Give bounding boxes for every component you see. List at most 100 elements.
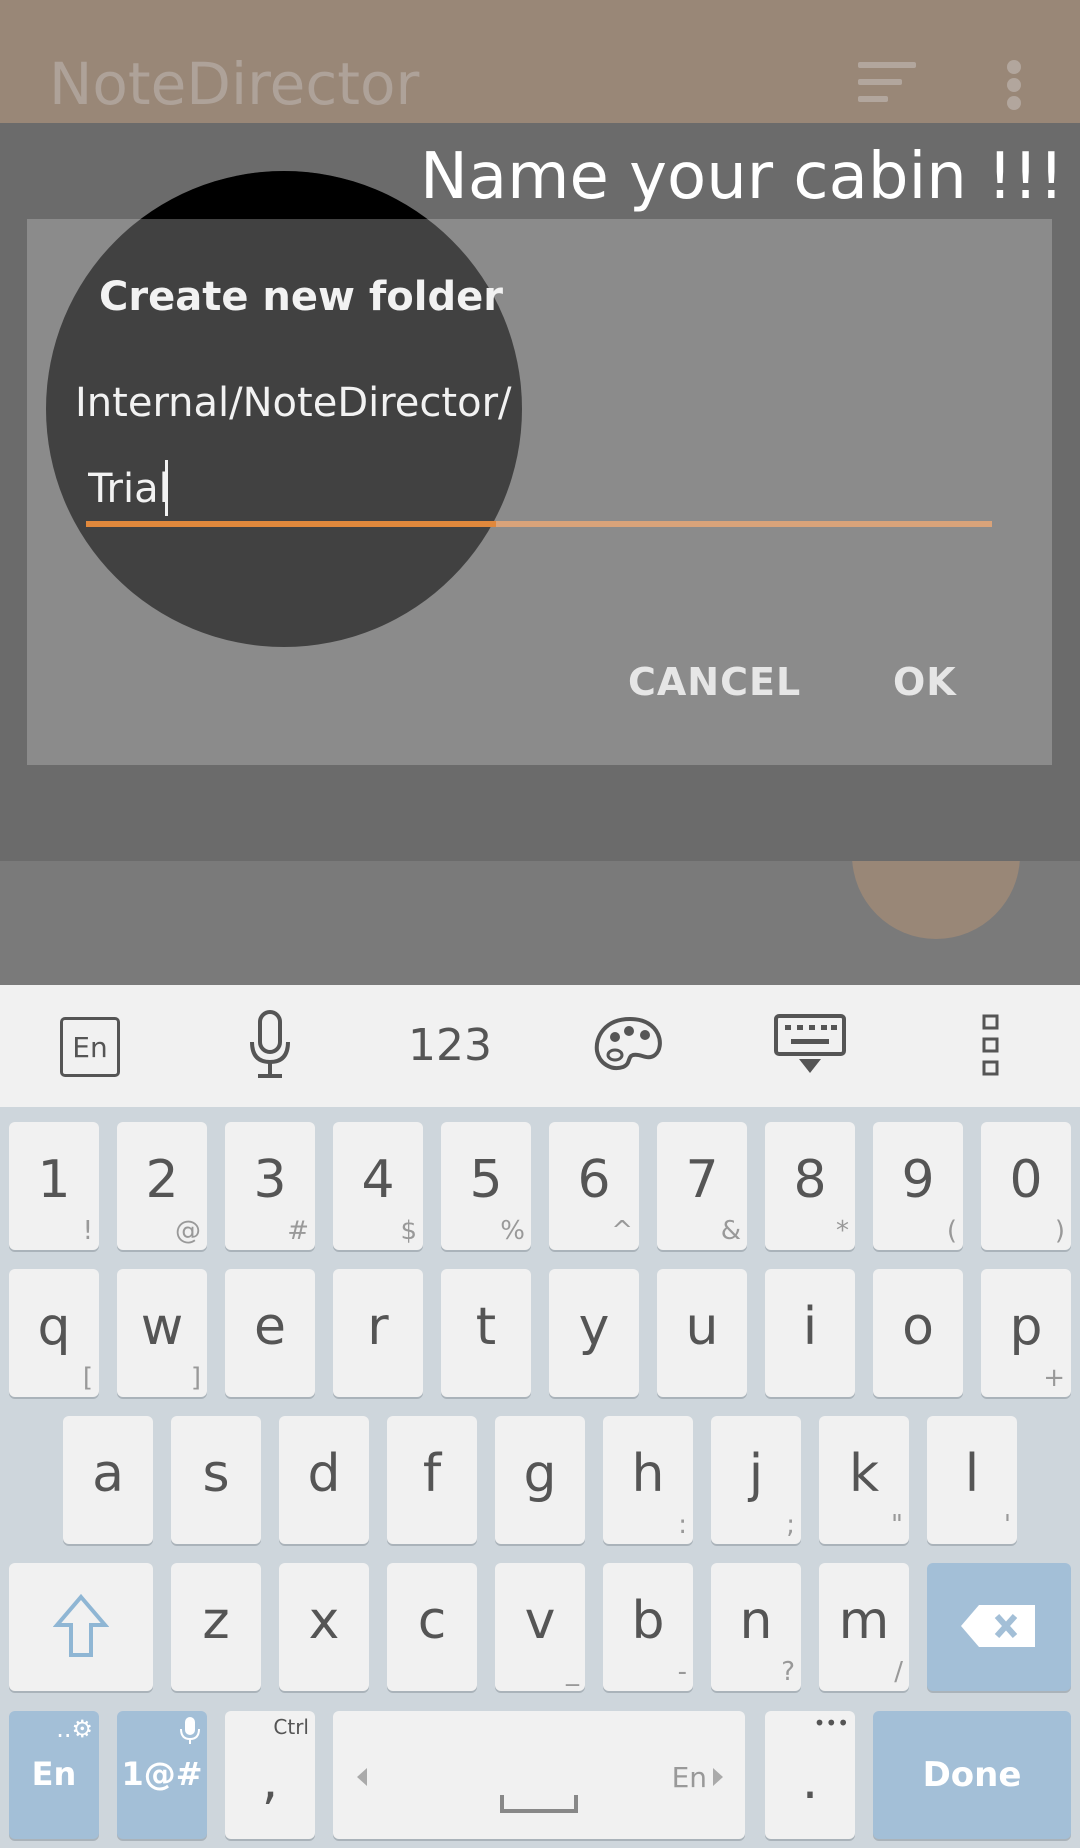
fab-button	[852, 861, 1020, 939]
key-u[interactable]: u	[657, 1269, 747, 1397]
key-label: y	[578, 1297, 610, 1357]
period-key[interactable]: . •••	[765, 1711, 855, 1839]
keyboard-toolbar: En 123	[0, 985, 1080, 1107]
key-a[interactable]: a	[63, 1416, 153, 1544]
key-3[interactable]: 3 #	[225, 1122, 315, 1250]
more-vert-icon[interactable]	[1003, 60, 1025, 110]
key-label: a	[92, 1444, 124, 1504]
key-label: 8	[793, 1150, 827, 1210]
settings-icon: ..⚙	[56, 1715, 93, 1743]
numbers-toolbar-button[interactable]: 123	[400, 1005, 500, 1085]
cancel-button[interactable]: CANCEL	[628, 660, 801, 704]
text-cursor	[165, 460, 168, 516]
key-label: h	[631, 1444, 665, 1504]
microphone-icon	[180, 1717, 200, 1744]
key-sublabel: /	[894, 1657, 903, 1687]
key-sublabel: +	[1043, 1363, 1065, 1393]
key-8[interactable]: 8 *	[765, 1122, 855, 1250]
key-d[interactable]: d	[279, 1416, 369, 1544]
key-sublabel: @	[175, 1216, 201, 1246]
key-sublabel: *	[836, 1216, 849, 1246]
key-label: x	[308, 1591, 340, 1651]
key-9[interactable]: 9(	[873, 1122, 963, 1250]
key-4[interactable]: 4 $	[333, 1122, 423, 1250]
key-i[interactable]: i	[765, 1269, 855, 1397]
app-title: NoteDirector	[49, 50, 420, 118]
key-f[interactable]: f	[387, 1416, 477, 1544]
key-w[interactable]: w]	[117, 1269, 207, 1397]
key-t[interactable]: t	[441, 1269, 531, 1397]
key-sublabel: "	[891, 1510, 903, 1540]
key-s[interactable]: s	[171, 1416, 261, 1544]
key-c[interactable]: c	[387, 1563, 477, 1691]
key-v[interactable]: v _	[495, 1563, 585, 1691]
key-p[interactable]: p +	[981, 1269, 1071, 1397]
language-key[interactable]: En ..⚙	[9, 1711, 99, 1839]
language-icon[interactable]: En	[60, 1017, 120, 1077]
key-label: d	[307, 1444, 341, 1504]
key-label: 2	[145, 1150, 179, 1210]
key-label: v	[524, 1591, 556, 1651]
more-options-icon[interactable]	[976, 1005, 1006, 1085]
key-6[interactable]: 6 ^	[549, 1122, 639, 1250]
comma-key[interactable]: , Ctrl	[225, 1711, 315, 1839]
key-0[interactable]: 0)	[981, 1122, 1071, 1250]
key-1[interactable]: 1!	[9, 1122, 99, 1250]
cursor-right-icon	[713, 1768, 723, 1786]
key-5[interactable]: 5%	[441, 1122, 531, 1250]
key-label: z	[202, 1591, 230, 1651]
microphone-icon[interactable]	[240, 1005, 300, 1085]
key-k[interactable]: k "	[819, 1416, 909, 1544]
key-g[interactable]: g	[495, 1416, 585, 1544]
key-n[interactable]: n?	[711, 1563, 801, 1691]
sort-icon[interactable]	[858, 62, 916, 102]
key-label: w	[140, 1297, 184, 1357]
key-x[interactable]: x	[279, 1563, 369, 1691]
palette-icon[interactable]	[590, 1005, 670, 1085]
key-label: 9	[901, 1150, 935, 1210]
key-y[interactable]: y	[549, 1269, 639, 1397]
key-label: 6	[577, 1150, 611, 1210]
key-label: l	[964, 1444, 980, 1504]
key-h[interactable]: h:	[603, 1416, 693, 1544]
shift-key[interactable]	[9, 1563, 153, 1691]
key-7[interactable]: 7 &	[657, 1122, 747, 1250]
cursor-left-icon	[357, 1768, 367, 1786]
key-sublabel: ?	[781, 1657, 795, 1687]
key-r[interactable]: r	[333, 1269, 423, 1397]
key-label: f	[422, 1444, 442, 1504]
key-e[interactable]: e	[225, 1269, 315, 1397]
key-label: j	[748, 1444, 764, 1504]
key-o[interactable]: o	[873, 1269, 963, 1397]
key-label: t	[475, 1297, 497, 1357]
key-2[interactable]: 2 @	[117, 1122, 207, 1250]
backspace-key[interactable]	[927, 1563, 1071, 1691]
key-l[interactable]: l '	[927, 1416, 1017, 1544]
key-sublabel: ;	[786, 1510, 795, 1540]
ok-button[interactable]: OK	[893, 660, 957, 704]
key-label: e	[254, 1297, 286, 1357]
key-sublabel: '	[1003, 1510, 1011, 1540]
key-j[interactable]: j;	[711, 1416, 801, 1544]
key-sublabel: $	[400, 1216, 417, 1246]
folder-name-input[interactable]	[88, 463, 988, 515]
key-label: u	[685, 1297, 719, 1357]
hide-keyboard-icon[interactable]	[770, 1005, 850, 1085]
key-label: 5	[469, 1150, 503, 1210]
key-sublabel: ]	[190, 1363, 201, 1393]
key-label: 7	[685, 1150, 719, 1210]
symbols-key[interactable]: 1@#	[117, 1711, 207, 1839]
key-label: s	[202, 1444, 230, 1504]
dialog-title: Create new folder	[99, 274, 503, 320]
done-key[interactable]: Done	[873, 1711, 1071, 1839]
key-label: 4	[361, 1150, 395, 1210]
key-b[interactable]: b-	[603, 1563, 693, 1691]
key-label: k	[848, 1444, 880, 1504]
key-label: n	[739, 1591, 773, 1651]
space-key[interactable]: En	[333, 1711, 745, 1839]
key-z[interactable]: z	[171, 1563, 261, 1691]
key-sublabel: )	[1054, 1216, 1065, 1246]
key-m[interactable]: m /	[819, 1563, 909, 1691]
key-q[interactable]: q[	[9, 1269, 99, 1397]
more-dots-icon: •••	[813, 1711, 849, 1735]
